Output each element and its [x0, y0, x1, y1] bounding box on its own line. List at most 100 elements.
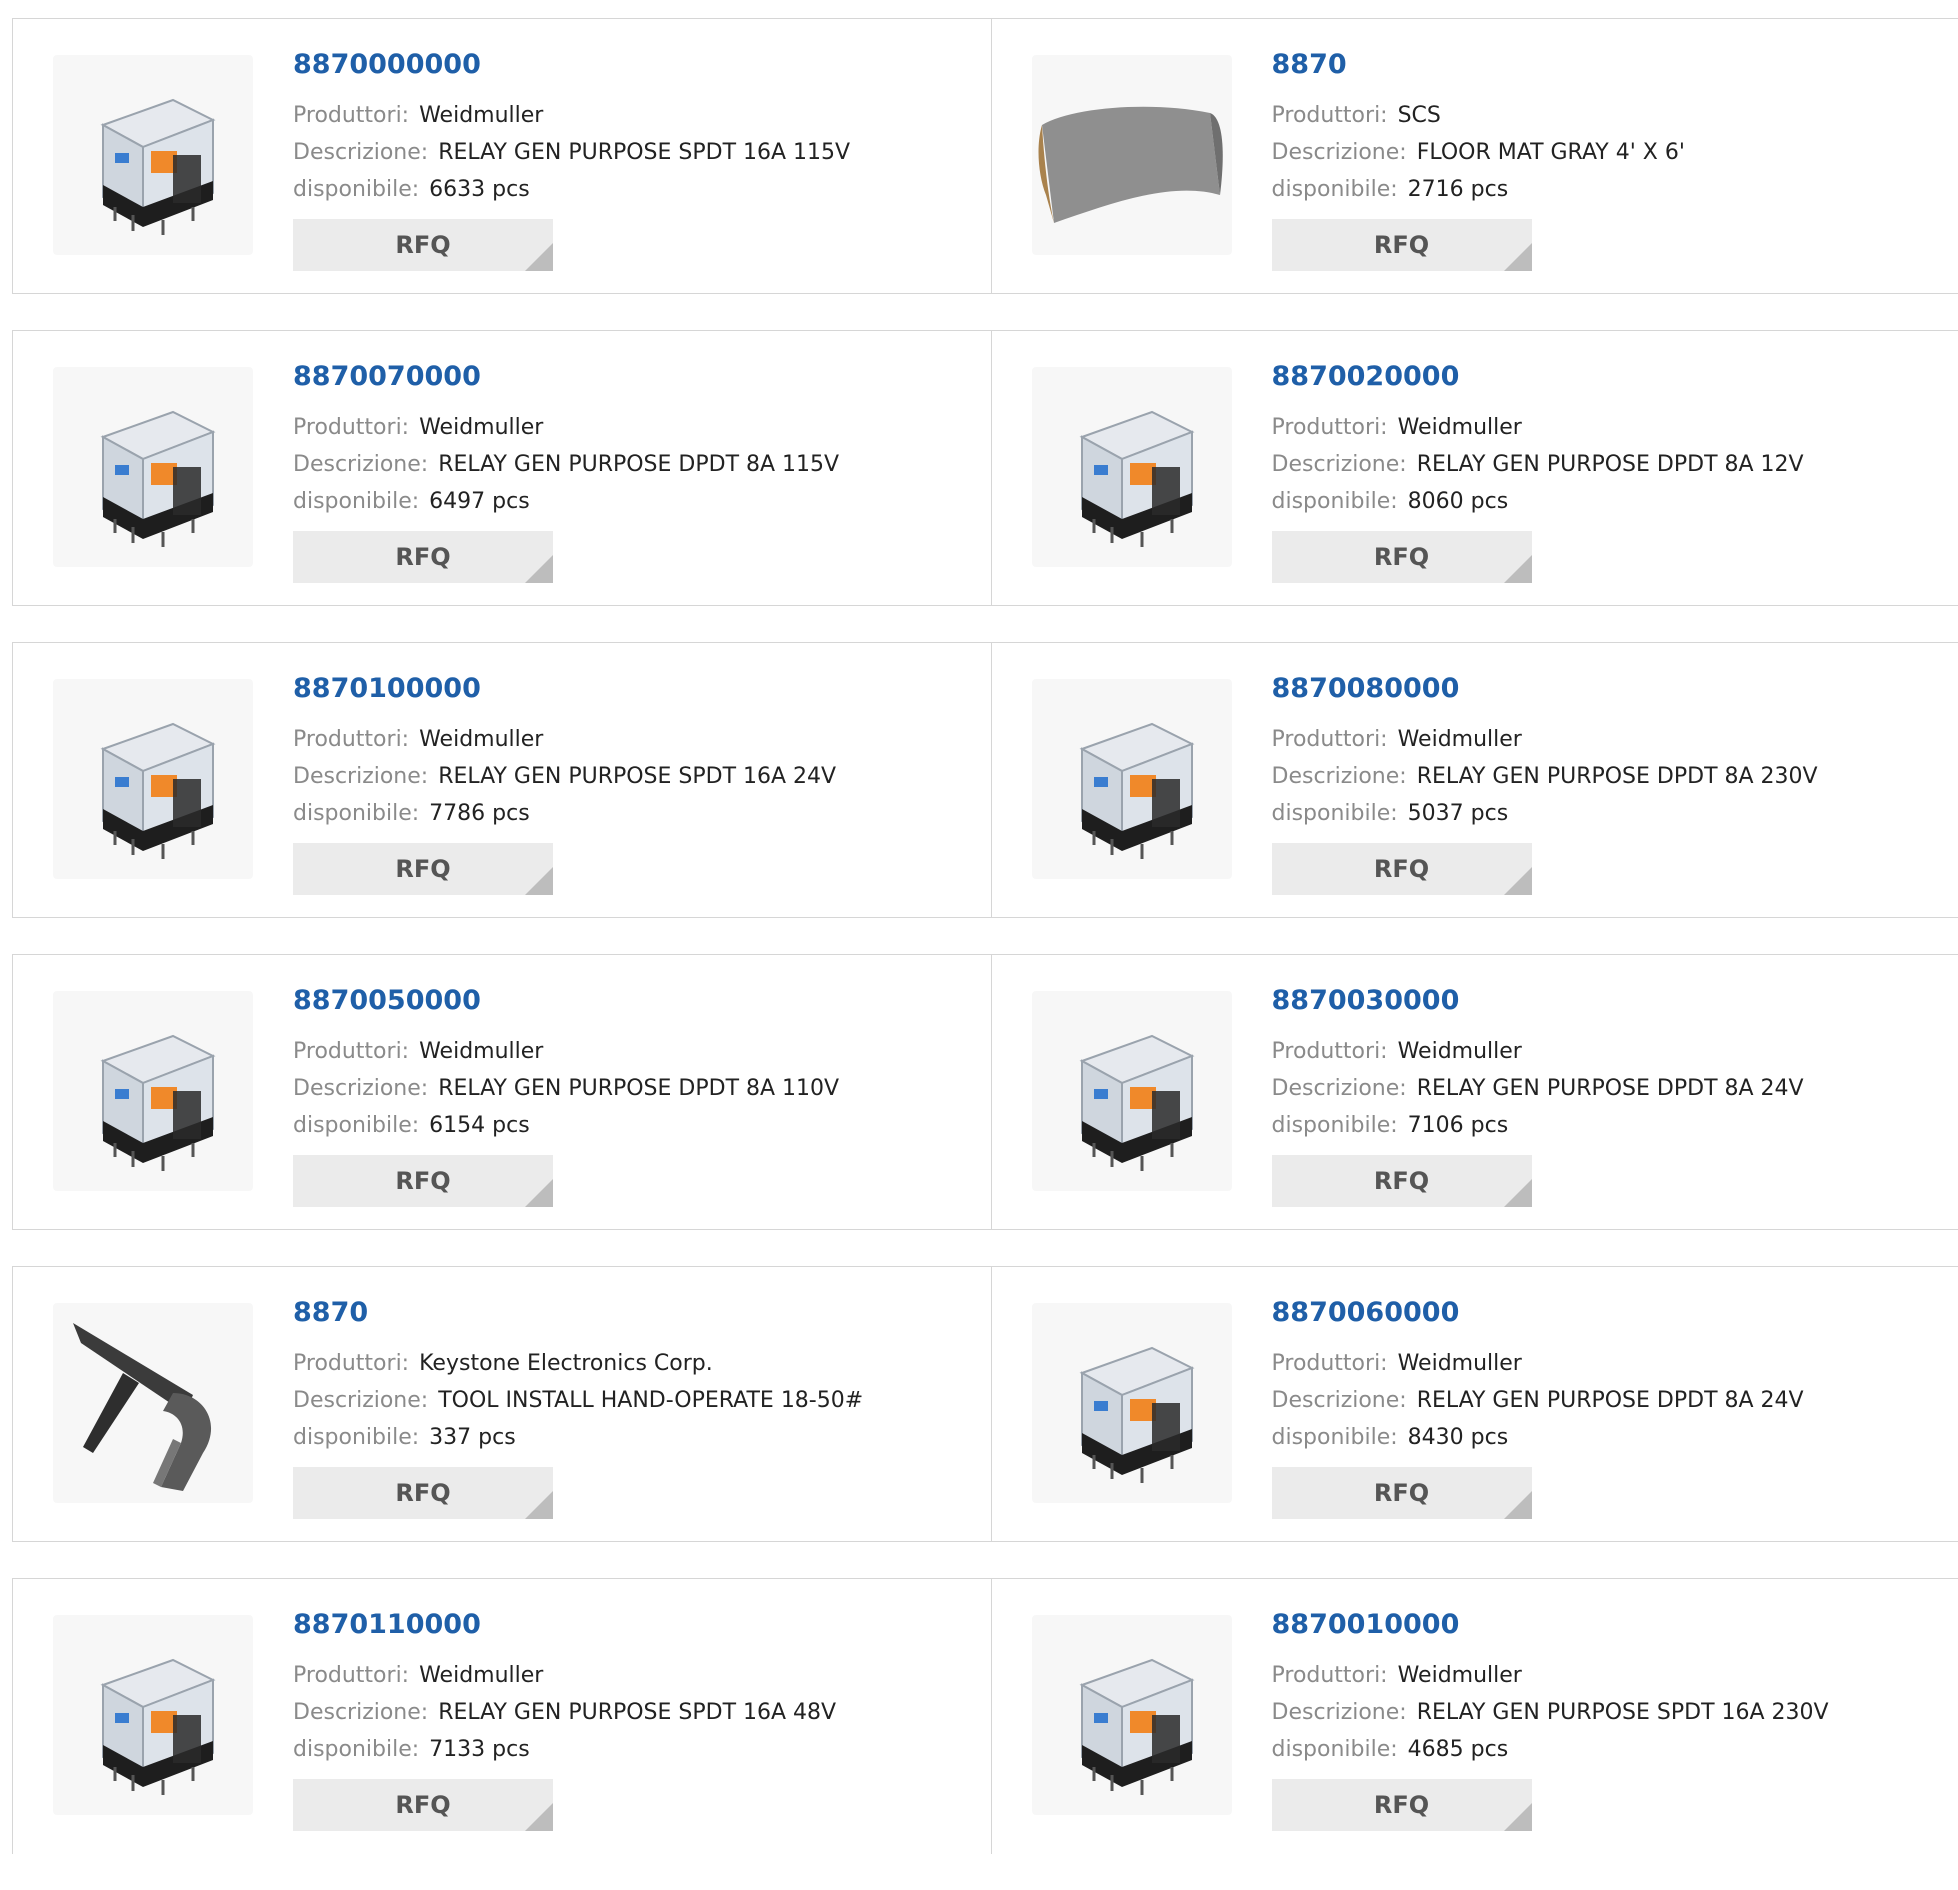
part-number-link[interactable]: 8870060000 — [1272, 1297, 1804, 1329]
manufacturer-label: Produttori: — [1272, 1663, 1388, 1688]
availability-label: disponibile: — [293, 489, 419, 514]
corner-triangle-icon — [525, 555, 553, 583]
rfq-label: RFQ — [1374, 231, 1429, 259]
rfq-label: RFQ — [1374, 1167, 1429, 1195]
part-number-link[interactable]: 8870030000 — [1272, 985, 1804, 1017]
corner-triangle-icon — [525, 243, 553, 271]
description-value: RELAY GEN PURPOSE DPDT 8A 12V — [1417, 452, 1804, 477]
part-number-link[interactable]: 8870000000 — [293, 49, 850, 81]
manufacturer-label: Produttori: — [293, 1039, 409, 1064]
product-thumbnail[interactable] — [1032, 1615, 1232, 1815]
relay-image — [1032, 367, 1232, 567]
manufacturer-label: Produttori: — [1272, 1351, 1388, 1376]
rfq-button[interactable]: RFQ — [1272, 843, 1532, 895]
manufacturer-value: Weidmuller — [419, 103, 543, 128]
availability-value: 6633 pcs — [429, 177, 530, 202]
rfq-button[interactable]: RFQ — [293, 843, 553, 895]
product-thumbnail[interactable] — [53, 679, 253, 879]
description-label: Descrizione: — [1272, 1388, 1407, 1413]
product-grid: 8870000000 Produttori: Weidmuller Descriz… — [12, 18, 1958, 1890]
rfq-button[interactable]: RFQ — [293, 1467, 553, 1519]
relay-image — [53, 1615, 253, 1815]
availability-value: 337 pcs — [429, 1425, 516, 1450]
product-row: 8870100000 Produttori: Weidmuller Descriz… — [12, 642, 1958, 918]
product-thumbnail[interactable] — [53, 367, 253, 567]
product-thumbnail[interactable] — [1032, 1303, 1232, 1503]
availability-value: 6497 pcs — [429, 489, 530, 514]
part-number-link[interactable]: 8870010000 — [1272, 1609, 1829, 1641]
description-value: RELAY GEN PURPOSE SPDT 16A 48V — [438, 1700, 836, 1725]
description-label: Descrizione: — [293, 1388, 428, 1413]
availability-label: disponibile: — [1272, 1113, 1398, 1138]
part-number-link[interactable]: 8870 — [1272, 49, 1685, 81]
corner-triangle-icon — [1504, 1179, 1532, 1207]
manufacturer-value: SCS — [1398, 103, 1441, 128]
rfq-button[interactable]: RFQ — [293, 219, 553, 271]
rfq-button[interactable]: RFQ — [1272, 219, 1532, 271]
rfq-button[interactable]: RFQ — [293, 1779, 553, 1831]
corner-triangle-icon — [525, 867, 553, 895]
product-thumbnail[interactable] — [1032, 679, 1232, 879]
rfq-label: RFQ — [1374, 1479, 1429, 1507]
part-number-link[interactable]: 8870110000 — [293, 1609, 836, 1641]
relay-image — [1032, 1615, 1232, 1815]
availability-label: disponibile: — [1272, 801, 1398, 826]
rfq-button[interactable]: RFQ — [1272, 1779, 1532, 1831]
availability-value: 7786 pcs — [429, 801, 530, 826]
product-thumbnail[interactable] — [1032, 367, 1232, 567]
description-value: FLOOR MAT GRAY 4' X 6' — [1417, 140, 1685, 165]
manufacturer-value: Weidmuller — [419, 415, 543, 440]
relay-image — [1032, 1303, 1232, 1503]
part-number-link[interactable]: 8870070000 — [293, 361, 839, 393]
manufacturer-label: Produttori: — [293, 103, 409, 128]
part-number-link[interactable]: 8870050000 — [293, 985, 839, 1017]
description-value: RELAY GEN PURPOSE SPDT 16A 115V — [438, 140, 850, 165]
product-card: 8870 Produttori:Keystone Electronics Cor… — [13, 1267, 991, 1541]
description-label: Descrizione: — [1272, 1076, 1407, 1101]
part-number-link[interactable]: 8870100000 — [293, 673, 836, 705]
description-value: RELAY GEN PURPOSE DPDT 8A 110V — [438, 1076, 839, 1101]
relay-image — [53, 55, 253, 255]
availability-label: disponibile: — [293, 1737, 419, 1762]
manufacturer-label: Produttori: — [293, 727, 409, 752]
corner-triangle-icon — [1504, 1803, 1532, 1831]
product-row: 8870110000 Produttori:Weidmuller Descriz… — [12, 1578, 1958, 1854]
description-label: Descrizione: — [293, 1700, 428, 1725]
rfq-button[interactable]: RFQ — [293, 1155, 553, 1207]
product-row: 8870 Produttori:Keystone Electronics Cor… — [12, 1266, 1958, 1542]
product-thumbnail[interactable] — [1032, 991, 1232, 1191]
product-thumbnail[interactable] — [53, 1303, 253, 1503]
product-card: 8870020000 Produttori:Weidmuller Descriz… — [991, 331, 1958, 605]
product-thumbnail[interactable] — [53, 1615, 253, 1815]
description-value: RELAY GEN PURPOSE DPDT 8A 115V — [438, 452, 839, 477]
relay-image — [1032, 991, 1232, 1191]
rfq-button[interactable]: RFQ — [293, 531, 553, 583]
manufacturer-value: Weidmuller — [419, 727, 543, 752]
rfq-button[interactable]: RFQ — [1272, 531, 1532, 583]
relay-image — [1032, 679, 1232, 879]
availability-value: 6154 pcs — [429, 1113, 530, 1138]
availability-value: 7106 pcs — [1408, 1113, 1509, 1138]
corner-triangle-icon — [1504, 867, 1532, 895]
availability-label: disponibile: — [293, 801, 419, 826]
corner-triangle-icon — [525, 1491, 553, 1519]
floor-mat-image — [1032, 55, 1232, 255]
corner-triangle-icon — [1504, 555, 1532, 583]
product-thumbnail[interactable] — [1032, 55, 1232, 255]
product-card: 8870070000 Produttori:Weidmuller Descriz… — [13, 331, 991, 605]
rfq-label: RFQ — [1374, 1791, 1429, 1819]
product-row: 8870000000 Produttori:Weidmuller Descriz… — [12, 18, 1958, 294]
part-number-link[interactable]: 8870080000 — [1272, 673, 1818, 705]
description-label: Descrizione: — [1272, 764, 1407, 789]
product-thumbnail[interactable] — [53, 55, 253, 255]
availability-label: disponibile: — [293, 177, 419, 202]
description-label: Descrizione: — [293, 452, 428, 477]
part-number-link[interactable]: 8870 — [293, 1297, 863, 1329]
product-card: 8870010000 Produttori:Weidmuller Descriz… — [991, 1579, 1958, 1854]
product-thumbnail[interactable] — [53, 991, 253, 1191]
corner-triangle-icon — [525, 1179, 553, 1207]
rfq-button[interactable]: RFQ — [1272, 1467, 1532, 1519]
rfq-button[interactable]: RFQ — [1272, 1155, 1532, 1207]
part-number-link[interactable]: 8870020000 — [1272, 361, 1804, 393]
availability-value: 7133 pcs — [429, 1737, 530, 1762]
